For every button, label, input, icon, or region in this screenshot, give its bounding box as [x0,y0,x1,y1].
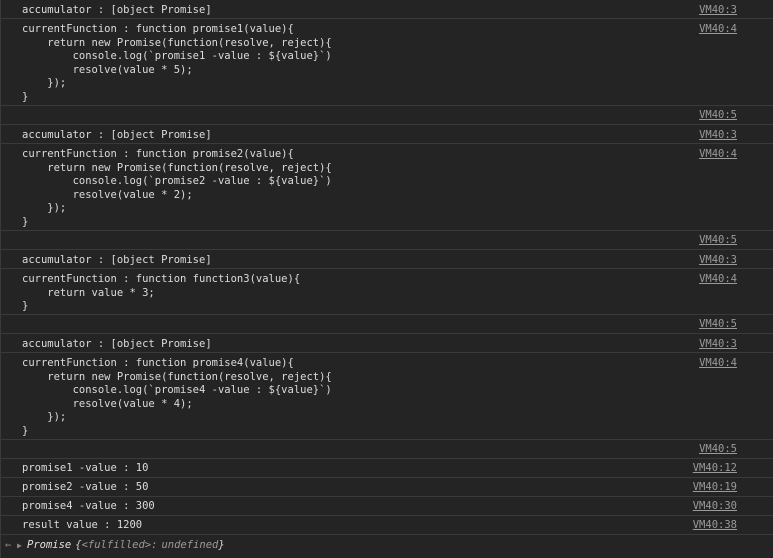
message-text: currentFunction : function promise4(valu… [22,357,332,437]
console-message: accumulator : [object Promise] VM40:3 [1,125,773,144]
console-message: VM40:5 [1,231,773,250]
console-panel: accumulator : [object Promise] VM40:3 cu… [0,0,773,558]
message-text: accumulator : [object Promise] [22,4,212,16]
result-state-value: undefined [161,539,219,552]
source-link[interactable]: VM40:3 [699,338,737,352]
source-link[interactable]: VM40:4 [699,148,737,162]
message-text: promise1 -value : 10 [22,462,149,474]
result-state-key: <fulfilled>: [81,539,158,552]
console-message: accumulator : [object Promise] VM40:3 [1,0,773,19]
console-message: VM40:5 [1,106,773,125]
source-link[interactable]: VM40:5 [699,234,737,248]
message-text: result value : 1200 [22,519,143,531]
source-link[interactable]: VM40:4 [699,273,737,287]
message-text: promise2 -value : 50 [22,481,149,493]
result-row: ← ▶ Promise { <fulfilled>: undefined } [1,535,773,554]
source-link[interactable]: VM40:38 [693,519,737,533]
source-link[interactable]: VM40:5 [699,109,737,123]
message-text: accumulator : [object Promise] [22,338,212,350]
source-link[interactable]: VM40:30 [693,500,737,514]
source-link[interactable]: VM40:5 [699,318,737,332]
console-message: promise4 -value : 300 VM40:30 [1,497,773,516]
result-brace-close: } [218,539,225,552]
source-link[interactable]: VM40:3 [699,4,737,18]
message-text: promise4 -value : 300 [22,500,155,512]
message-text: currentFunction : function promise1(valu… [22,23,332,103]
source-link[interactable]: VM40:3 [699,254,737,268]
message-text: accumulator : [object Promise] [22,129,212,141]
console-message: currentFunction : function function3(val… [1,269,773,315]
source-link[interactable]: VM40:5 [699,443,737,457]
message-text: currentFunction : function function3(val… [22,273,301,313]
source-link[interactable]: VM40:4 [699,23,737,37]
console-message: currentFunction : function promise1(valu… [1,19,773,106]
source-link[interactable]: VM40:19 [693,481,737,495]
result-type-label[interactable]: Promise [27,539,71,553]
console-message: promise1 -value : 10 VM40:12 [1,459,773,478]
console-message: VM40:5 [1,315,773,334]
console-message: currentFunction : function promise2(valu… [1,144,773,231]
expand-triangle-icon[interactable]: ▶ [17,539,27,553]
result-arrow-icon: ← [5,539,12,552]
console-message: promise2 -value : 50 VM40:19 [1,478,773,497]
console-message: VM40:5 [1,440,773,459]
source-link[interactable]: VM40:3 [699,129,737,143]
source-link[interactable]: VM40:4 [699,357,737,371]
message-text: currentFunction : function promise2(valu… [22,148,332,228]
source-link[interactable]: VM40:12 [693,462,737,476]
console-message: currentFunction : function promise4(valu… [1,353,773,440]
console-message: result value : 1200 VM40:38 [1,516,773,535]
console-message: accumulator : [object Promise] VM40:3 [1,334,773,353]
console-message: accumulator : [object Promise] VM40:3 [1,250,773,269]
message-text: accumulator : [object Promise] [22,254,212,266]
